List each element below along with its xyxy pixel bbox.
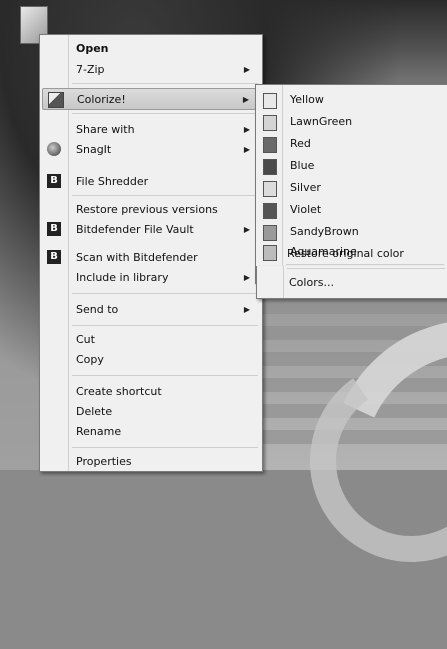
menu-item-label: Colorize! [77,92,126,106]
folder-color-icon [263,137,277,153]
colors-dialog-link[interactable]: Colors... [289,276,334,289]
menu-item-label: Scan with Bitdefender [76,250,198,264]
menu-item-label: Cut [76,332,95,346]
color-item-sandybrown[interactable]: SandyBrown [258,222,446,242]
menu-item-label: Properties [76,454,132,468]
menu-item-restore-previous[interactable]: Restore previous versions [42,199,260,219]
menu-item-snagit[interactable]: SnagIt ▶ [42,139,260,159]
menu-separator [286,264,444,265]
menu-item-label: SnagIt [76,142,112,156]
bitdefender-icon: B [47,174,61,188]
menu-item-label: Rename [76,424,122,438]
menu-item-share-with[interactable]: Share with ▶ [42,119,260,139]
submenu-arrow-icon: ▶ [243,124,250,134]
submenu-arrow-icon: ▶ [243,272,250,282]
menu-item-create-shortcut[interactable]: Create shortcut [42,381,260,401]
color-item-silver[interactable]: Silver [258,178,446,198]
menu-item-label: Open [76,41,109,55]
menu-item-label: Bitdefender File Vault [76,222,194,236]
bitdefender-icon: B [47,222,61,236]
color-item-yellow[interactable]: Yellow [258,90,446,110]
color-item-label: SandyBrown [290,225,359,238]
color-item-label: LawnGreen [290,115,353,128]
folder-color-icon [263,225,277,241]
menu-separator [287,268,445,269]
menu-item-bitdefender-file-vault[interactable]: B Bitdefender File Vault ▶ [42,219,260,239]
folder-color-icon [263,115,277,131]
color-item-label: Yellow [290,93,324,106]
menu-item-label: Share with [76,122,135,136]
menu-separator [72,113,258,114]
menu-item-open[interactable]: Open [42,38,260,58]
color-item-lawngreen[interactable]: LawnGreen [258,112,446,132]
colorize-icon [48,92,64,108]
menu-separator [72,293,258,294]
menu-item-rename[interactable]: Rename [42,421,260,441]
menu-item-properties[interactable]: Properties [42,451,260,471]
menu-item-label: Include in library [76,270,169,284]
color-item-label: Silver [290,181,321,194]
menu-item-label: Restore original color [287,246,404,260]
menu-item-include-in-library[interactable]: Include in library ▶ [42,267,260,287]
submenu-arrow-icon: ▶ [243,64,250,74]
folder-color-icon [263,181,277,197]
colorize-submenu-footer: Colors... [256,266,447,299]
submenu-arrow-icon: ▶ [243,144,250,154]
menu-item-label: Delete [76,404,113,418]
submenu-arrow-icon: ▶ [243,224,250,234]
menu-item-send-to[interactable]: Send to ▶ [42,299,260,319]
menu-separator [72,447,258,448]
menu-item-scan-bitdefender[interactable]: B Scan with Bitdefender [42,247,260,267]
menu-item-label: File Shredder [76,174,149,188]
menu-separator [72,195,258,196]
menu-separator [72,375,258,376]
menu-item-label: Send to [76,302,119,316]
menu-item-copy[interactable]: Copy [42,349,260,369]
folder-color-icon [263,159,277,175]
menu-item-colorize[interactable]: Colorize! ▶ [42,88,260,110]
color-item-label: Red [290,137,311,150]
menu-separator [72,325,258,326]
menu-item-delete[interactable]: Delete [42,401,260,421]
menu-item-label: Create shortcut [76,384,162,398]
folder-color-icon [263,203,277,219]
submenu-arrow-icon: ▶ [242,94,249,104]
menu-item-label: Restore previous versions [76,202,218,216]
menu-item-file-shredder[interactable]: B File Shredder [42,171,260,191]
color-item-blue[interactable]: Blue [258,156,446,176]
context-menu: Open 7-Zip ▶ Colorize! ▶ Share with ▶ Sn… [39,34,263,472]
menu-item-label: 7-Zip [76,62,105,76]
menu-item-7zip[interactable]: 7-Zip ▶ [42,59,260,79]
menu-separator [72,83,258,84]
snagit-icon [47,142,61,156]
menu-item-cut[interactable]: Cut [42,329,260,349]
menu-item-label: Copy [76,352,104,366]
bitdefender-icon: B [47,250,61,264]
color-item-violet[interactable]: Violet [258,200,446,220]
color-item-red[interactable]: Red [258,134,446,154]
color-item-label: Violet [290,203,322,216]
color-item-label: Blue [290,159,315,172]
submenu-arrow-icon: ▶ [243,304,250,314]
folder-color-icon [263,93,277,109]
restore-original-color[interactable]: Restore original color [257,243,445,263]
